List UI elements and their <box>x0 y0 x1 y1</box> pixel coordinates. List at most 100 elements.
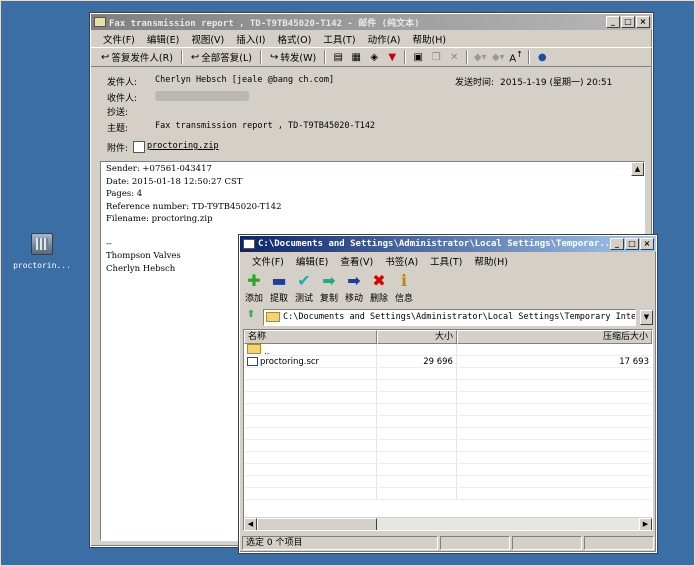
from-label: 发件人: <box>107 78 138 88</box>
reply-all-button[interactable]: ↩ 全部答复(L) <box>187 49 256 65</box>
menu-view[interactable]: 视图(V) <box>185 32 230 46</box>
address-book-icon[interactable]: ▣ <box>410 52 426 63</box>
status-pane <box>440 536 510 550</box>
column-name[interactable]: 名称 <box>244 330 378 344</box>
from-row: 发件人: Cherlyn Hebsch [jeale @bang ch.com] <box>107 75 334 88</box>
mail-title: Fax transmission report , TD-T9TB45020-T… <box>109 18 420 29</box>
info-button[interactable]: ℹ 信息 <box>393 271 415 304</box>
maximize-button[interactable]: □ <box>625 238 639 250</box>
path-text: C:\Documents and Settings\Administrator\… <box>283 312 636 322</box>
path-dropdown-button[interactable]: ▼ <box>640 309 653 325</box>
toolbar-separator <box>260 50 263 64</box>
copy-button[interactable]: ➡ 复制 <box>318 271 340 304</box>
archive-window: C:\Documents and Settings\Administrator\… <box>238 234 658 554</box>
scroll-right-button[interactable]: ▶ <box>639 518 652 530</box>
item-name: proctoring.scr <box>260 357 320 367</box>
delete-x-icon: ✖ <box>372 271 386 290</box>
column-size[interactable]: 大小 <box>377 330 457 344</box>
add-button[interactable]: ✚ 添加 <box>243 271 265 304</box>
previous-item-icon[interactable]: ◆▾ <box>472 52 488 63</box>
delete-button[interactable]: ✖ 删除 <box>368 271 390 304</box>
menu-tools[interactable]: 工具(T) <box>317 32 361 46</box>
parent-folder-icon <box>247 344 261 354</box>
sent-time: 发送时间: 2015-1-19 (星期一) 20:51 <box>455 75 612 88</box>
menu-edit[interactable]: 编辑(E) <box>141 32 185 46</box>
body-line: Filename: proctoring.zip <box>106 214 213 224</box>
move-to-folder-icon[interactable]: ▦ <box>348 52 364 63</box>
menu-file[interactable]: 文件(F) <box>246 254 290 268</box>
extract-button[interactable]: ▬ 提取 <box>268 271 290 304</box>
list-header: 名称 大小 压缩后大小 <box>244 330 652 344</box>
test-button[interactable]: ✔ 测试 <box>293 271 315 304</box>
copy-arrow-icon: ➡ <box>322 271 336 290</box>
menu-file[interactable]: 文件(F) <box>97 32 141 46</box>
forward-icon: ↪ <box>270 51 279 63</box>
status-pane <box>512 536 582 550</box>
attachment-row: 附件: proctoring.zip <box>107 141 219 154</box>
move-button[interactable]: ➡ 移动 <box>343 271 365 304</box>
mail-titlebar[interactable]: Fax transmission report , TD-T9TB45020-T… <box>91 14 652 30</box>
copy-icon[interactable]: ❐ <box>428 52 444 63</box>
minimize-button[interactable]: _ <box>606 16 620 28</box>
flag-icon[interactable]: ▼ <box>384 52 400 63</box>
categorize-icon[interactable]: ◈ <box>366 52 382 63</box>
column-packed-size[interactable]: 压缩后大小 <box>456 330 652 344</box>
subject-value: Fax transmission report , TD-T9TB45020-T… <box>155 121 376 131</box>
horizontal-scrollbar[interactable]: ◀ ▶ <box>244 517 652 530</box>
body-line: Date: 2015-01-18 12:50:27 CST <box>106 176 243 187</box>
maximize-button[interactable]: □ <box>621 16 635 28</box>
file-list[interactable]: 名称 大小 压缩后大小 .. proctoring.scr 29 696 17 … <box>243 329 653 531</box>
menu-format[interactable]: 格式(O) <box>271 32 317 46</box>
list-item[interactable]: proctoring.scr 29 696 17 693 <box>244 356 652 368</box>
redacted-recipient <box>155 91 249 101</box>
menu-view[interactable]: 查看(V) <box>334 254 379 268</box>
up-folder-icon[interactable]: ⬆ <box>243 309 259 325</box>
scroll-left-button[interactable]: ◀ <box>244 518 257 530</box>
forward-label: 转发(W) <box>280 53 317 64</box>
item-name: .. <box>264 347 270 355</box>
folder-icon <box>266 312 280 322</box>
menu-actions[interactable]: 动作(A) <box>362 32 407 46</box>
sent-value: 2015-1-19 (星期一) 20:51 <box>500 78 613 88</box>
minimize-button[interactable]: _ <box>610 238 624 250</box>
from-value[interactable]: Cherlyn Hebsch [jeale @bang ch.com] <box>155 75 334 88</box>
scroll-thumb[interactable] <box>257 518 377 530</box>
to-row: 收件人: <box>107 91 249 104</box>
path-combobox[interactable]: C:\Documents and Settings\Administrator\… <box>263 308 636 326</box>
desktop-file-icon[interactable]: proctorin... <box>9 233 75 270</box>
next-item-icon[interactable]: ◆▾ <box>490 52 506 63</box>
font-size-icon[interactable]: A↑ <box>508 49 524 64</box>
close-button[interactable]: × <box>636 16 650 28</box>
menu-edit[interactable]: 编辑(E) <box>290 254 334 268</box>
reply-button[interactable]: ↩ 答复发件人(R) <box>97 49 177 65</box>
delete-icon[interactable]: ✕ <box>446 52 462 63</box>
menu-insert[interactable]: 插入(I) <box>230 32 271 46</box>
status-text: 选定 0 个项目 <box>242 536 438 550</box>
menu-help[interactable]: 帮助(H) <box>406 32 452 46</box>
scroll-up-button[interactable]: ▲ <box>631 162 644 176</box>
menu-help[interactable]: 帮助(H) <box>468 254 514 268</box>
reply-label: 答复发件人(R) <box>111 53 173 64</box>
item-size: 29 696 <box>377 356 457 367</box>
minus-icon: ▬ <box>271 271 287 290</box>
desktop: proctorin... Fax transmission report , T… <box>0 0 695 566</box>
attachment-label: 附件: <box>107 144 129 154</box>
add-label: 添加 <box>244 294 263 304</box>
menu-bookmarks[interactable]: 书签(A) <box>379 254 424 268</box>
archive-menubar: 文件(F) 编辑(E) 查看(V) 书签(A) 工具(T) 帮助(H) <box>240 252 656 269</box>
status-pane <box>584 536 654 550</box>
cc-row: 抄送: <box>107 105 155 118</box>
reply-icon: ↩ <box>101 51 110 63</box>
close-button[interactable]: × <box>640 238 654 250</box>
move-label: 移动 <box>344 294 363 304</box>
attachment-link[interactable]: proctoring.zip <box>147 141 219 154</box>
help-icon[interactable]: ● <box>534 52 550 63</box>
list-item[interactable]: .. <box>244 344 652 356</box>
forward-button[interactable]: ↪ 转发(W) <box>266 49 320 65</box>
archive-titlebar[interactable]: C:\Documents and Settings\Administrator\… <box>240 236 656 252</box>
message-header: 发件人: Cherlyn Hebsch [jeale @bang ch.com]… <box>91 67 652 163</box>
toolbar-separator <box>404 50 407 64</box>
menu-tools[interactable]: 工具(T) <box>424 254 468 268</box>
body-line: Pages: 4 <box>106 189 143 199</box>
print-icon[interactable]: ▤ <box>330 52 346 63</box>
